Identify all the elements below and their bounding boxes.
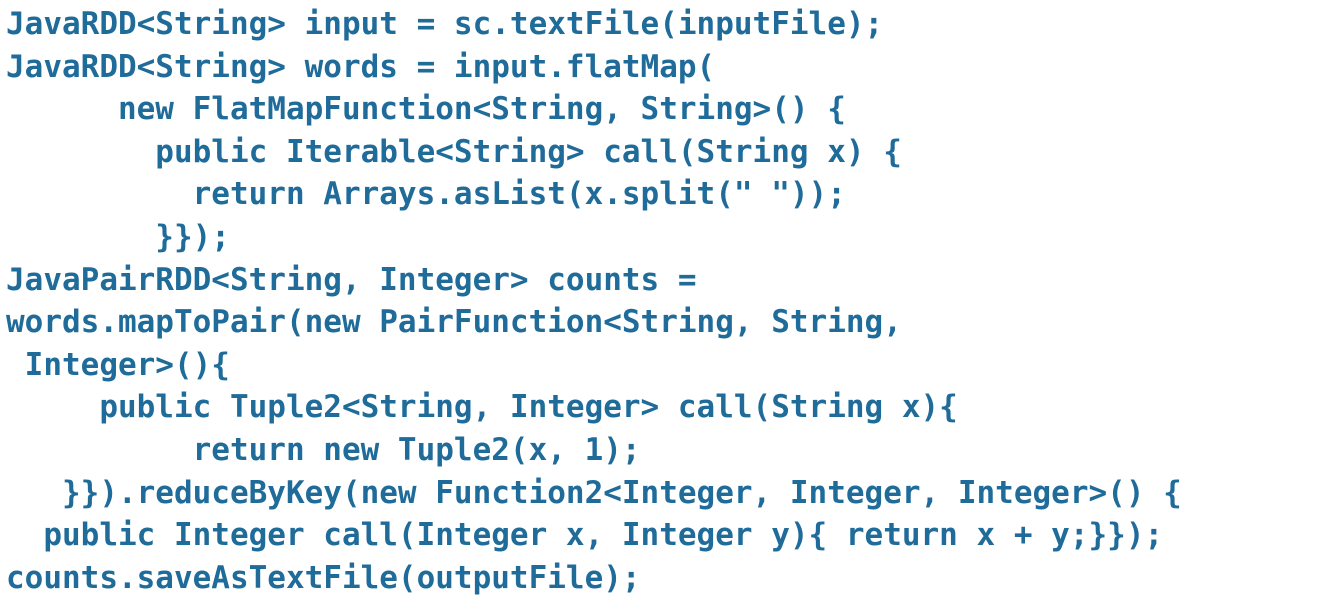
- code-line: new FlatMapFunction<String, String>() {: [6, 91, 846, 128]
- code-line: JavaPairRDD<String, Integer> counts =: [6, 261, 697, 298]
- code-line: JavaRDD<String> input = sc.textFile(inpu…: [6, 6, 884, 42]
- code-line: public Tuple2<String, Integer> call(Stri…: [6, 389, 958, 426]
- code-line: words.mapToPair(new PairFunction<String,…: [6, 304, 902, 341]
- code-line: return Arrays.asList(x.split(" "));: [6, 176, 846, 213]
- code-line: return new Tuple2(x, 1);: [6, 431, 641, 468]
- code-line: public Integer call(Integer x, Integer y…: [6, 517, 1164, 554]
- code-line: counts.saveAsTextFile(outputFile);: [6, 559, 641, 596]
- code-line: }});: [6, 218, 230, 255]
- code-line: JavaRDD<String> words = input.flatMap(: [6, 48, 716, 85]
- code-snippet: JavaRDD<String> input = sc.textFile(inpu…: [6, 3, 1182, 599]
- code-line: Integer>(){: [6, 346, 230, 383]
- code-line: public Iterable<String> call(String x) {: [6, 133, 902, 170]
- code-line: }}).reduceByKey(new Function2<Integer, I…: [6, 474, 1182, 511]
